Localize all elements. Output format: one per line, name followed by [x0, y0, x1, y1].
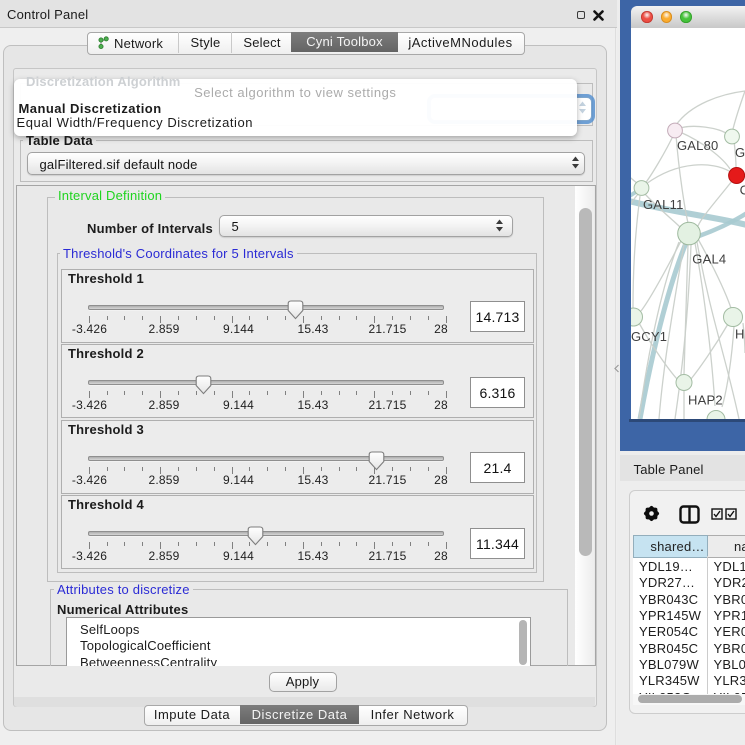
svg-text:HAP2: HAP2 — [688, 393, 723, 408]
svg-text:H: H — [735, 327, 745, 342]
svg-text:GA: GA — [735, 145, 745, 160]
svg-text:GCY1: GCY1 — [631, 329, 667, 344]
svg-text:GAL11: GAL11 — [643, 197, 684, 212]
svg-text:GAL4: GAL4 — [692, 252, 726, 267]
svg-text:C: C — [740, 183, 745, 198]
svg-text:GAL80: GAL80 — [677, 138, 718, 153]
